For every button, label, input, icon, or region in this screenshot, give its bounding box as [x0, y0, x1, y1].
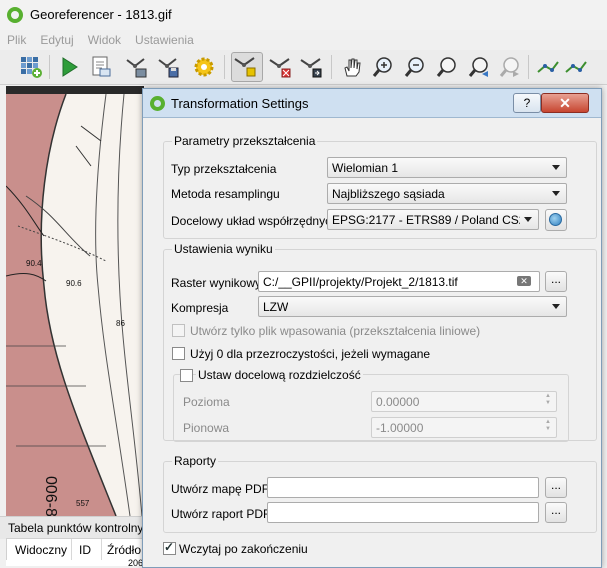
map-label-height-1: 90.4	[26, 259, 42, 268]
map-label-height-2: 90.6	[66, 279, 82, 288]
zoom-in-icon[interactable]	[370, 54, 396, 80]
chevron-down-icon	[552, 191, 560, 196]
scanned-map-image: 006-85 90.4 90.6 86 557	[6, 86, 144, 516]
pdf-map-label: Utwórz mapę PDF	[171, 482, 270, 496]
save-gcp-icon[interactable]	[156, 54, 182, 80]
browse-output-raster-button[interactable]: ...	[545, 271, 567, 292]
chevron-down-icon	[552, 165, 560, 170]
map-label-sheet: 006-85	[42, 476, 59, 516]
transformation-type-label: Typ przekształcenia	[171, 162, 277, 176]
clear-icon[interactable]: ✕	[517, 276, 531, 286]
map-canvas[interactable]: 006-85 90.4 90.6 86 557	[6, 86, 144, 516]
generate-script-icon[interactable]	[88, 54, 114, 80]
horizontal-resolution-value: 0.00000	[376, 395, 420, 409]
gcp-panel-title: Tabela punktów kontrolnych	[0, 516, 156, 539]
link-geo-icon[interactable]	[535, 54, 561, 80]
gcp-panel-title-text: Tabela punktów kontrolnych	[8, 521, 157, 535]
world-file-label: Utwórz tylko plik wpasowania (przekształ…	[190, 324, 481, 338]
menu-plik[interactable]: Plik	[0, 30, 33, 50]
chevron-down-icon	[524, 217, 532, 222]
start-icon[interactable]	[56, 54, 82, 80]
pdf-map-input[interactable]	[267, 477, 539, 498]
chevron-down-icon	[552, 304, 560, 309]
zoom-last-icon[interactable]	[466, 54, 492, 80]
horizontal-resolution-label: Pozioma	[183, 395, 230, 409]
column-visible[interactable]: Widoczny	[15, 543, 67, 557]
pan-hand-icon[interactable]	[339, 54, 365, 80]
output-raster-label: Raster wynikowy	[171, 276, 262, 290]
transformation-settings-dialog: Transformation Settings ? ✕ Parametry pr…	[142, 88, 602, 568]
vertical-resolution-label: Pionowa	[183, 421, 230, 435]
resampling-method-value: Najbliższego sąsiada	[332, 187, 445, 201]
zoom-out-icon[interactable]	[402, 54, 428, 80]
target-resolution-checkbox[interactable]	[180, 369, 193, 382]
group-title: Raporty	[172, 454, 219, 468]
transformation-type-value: Wielomian 1	[332, 161, 399, 175]
menu-bar: Plik Edytuj Widok Ustawienia	[0, 30, 607, 50]
zoom-next-icon[interactable]	[497, 54, 523, 80]
map-label-height-4: 557	[76, 499, 90, 508]
delete-point-icon[interactable]	[267, 54, 293, 80]
transformation-type-select[interactable]: Wielomian 1	[327, 157, 567, 178]
target-resolution-label: Ustaw docelową rozdzielczość	[196, 368, 363, 382]
settings-gear-icon[interactable]	[191, 54, 217, 80]
add-raster-icon[interactable]	[18, 54, 44, 80]
horizontal-resolution-input[interactable]: 0.00000 ▲ ▼	[371, 391, 557, 412]
row-source-value: 206	[128, 559, 144, 566]
close-button[interactable]: ✕	[541, 93, 589, 113]
spinner-icon[interactable]: ▲ ▼	[542, 393, 554, 408]
menu-ustawienia[interactable]: Ustawienia	[128, 30, 201, 50]
output-raster-value: C:/__GPII/projekty/Projekt_2/1813.tif	[263, 275, 458, 289]
dialog-title: Transformation Settings	[171, 96, 309, 111]
map-label-height-3: 86	[116, 319, 125, 328]
compression-label: Kompresja	[171, 301, 229, 315]
target-crs-label: Docelowy układ współrzędnych	[171, 214, 338, 228]
compression-select[interactable]: LZW	[258, 296, 567, 317]
add-point-icon[interactable]	[231, 52, 263, 82]
target-crs-value: EPSG:2177 - ETRS89 / Poland CS2000 zone …	[332, 213, 520, 227]
column-id[interactable]: ID	[79, 543, 91, 557]
table-row[interactable]: 206	[6, 559, 151, 566]
qgis-logo-icon	[150, 96, 165, 111]
pdf-report-input[interactable]	[267, 502, 539, 523]
zoom-layer-icon[interactable]	[434, 54, 460, 80]
resampling-method-select[interactable]: Najbliższego sąsiada	[327, 183, 567, 204]
target-crs-select[interactable]: EPSG:2177 - ETRS89 / Poland CS2000 zone …	[327, 209, 539, 230]
main-window-titlebar: Georeferencer - 1813.gif	[0, 0, 607, 31]
main-window-title: Georeferencer - 1813.gif	[30, 7, 172, 22]
crs-selector-globe-icon[interactable]	[545, 209, 567, 231]
vertical-resolution-input[interactable]: -1.00000 ▲ ▼	[371, 417, 557, 438]
link-qgis-icon[interactable]	[563, 54, 589, 80]
qgis-logo-icon	[7, 7, 23, 23]
vertical-resolution-value: -1.00000	[376, 421, 424, 435]
world-file-checkbox[interactable]	[172, 324, 185, 337]
move-point-icon[interactable]	[298, 54, 324, 80]
load-gcp-icon[interactable]	[124, 54, 150, 80]
transparency-label: Użyj 0 dla przezroczystości, jeżeli wyma…	[190, 347, 431, 361]
browse-pdf-report-button[interactable]: ...	[545, 502, 567, 523]
dialog-titlebar[interactable]: Transformation Settings ? ✕	[143, 89, 601, 118]
group-title: Ustawienia wyniku	[172, 242, 275, 256]
load-when-done-label: Wczytaj po zakończeniu	[179, 542, 308, 556]
pdf-report-label: Utwórz raport PDF	[171, 507, 271, 521]
georeferencer-toolbar	[0, 50, 607, 85]
load-when-done-checkbox[interactable]	[163, 540, 176, 555]
resampling-method-label: Metoda resamplingu	[171, 187, 280, 201]
menu-edytuj[interactable]: Edytuj	[33, 30, 80, 50]
compression-value: LZW	[263, 300, 289, 314]
output-raster-input[interactable]: C:/__GPII/projekty/Projekt_2/1813.tif ✕	[258, 271, 540, 292]
spinner-icon[interactable]: ▲ ▼	[542, 419, 554, 434]
column-source[interactable]: Źródło	[107, 543, 141, 557]
browse-pdf-map-button[interactable]: ...	[545, 477, 567, 498]
menu-widok[interactable]: Widok	[81, 30, 128, 50]
group-title: Parametry przekształcenia	[172, 134, 318, 148]
help-button[interactable]: ?	[513, 93, 541, 113]
transparency-checkbox[interactable]	[172, 347, 185, 360]
